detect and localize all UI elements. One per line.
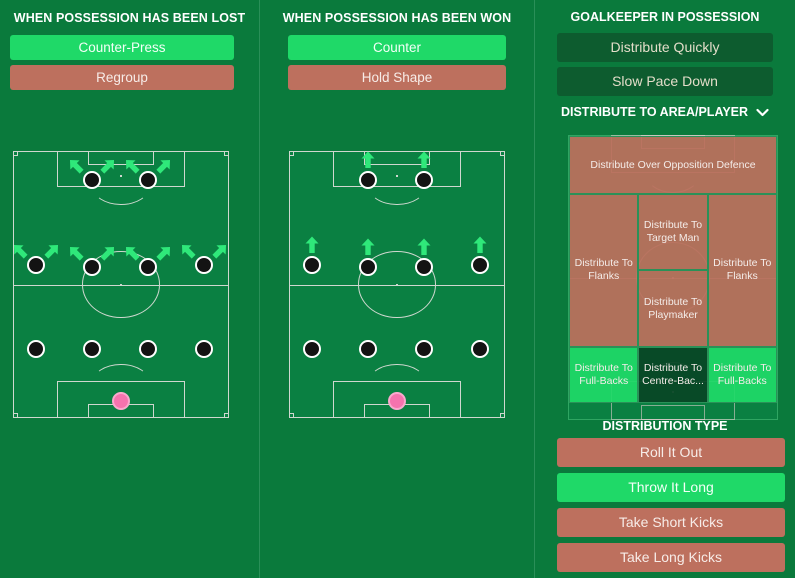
corner-arc-tl bbox=[289, 151, 294, 156]
movement-arrow-up bbox=[358, 237, 378, 257]
counter-button[interactable]: Counter bbox=[288, 35, 506, 60]
distribute-to-area-grid: Distribute Over Opposition Defence Distri… bbox=[568, 135, 778, 421]
area-cell[interactable]: Distribute To Full-Backs bbox=[707, 346, 777, 404]
goalkeeper-panel: GOALKEEPER IN POSSESSION Distribute Quic… bbox=[535, 0, 795, 572]
possession-lost-panel: WHEN POSSESSION HAS BEEN LOST Counter-Pr… bbox=[0, 0, 259, 418]
counter-press-arrow-right bbox=[154, 156, 174, 176]
goalkeeper-dot[interactable] bbox=[388, 392, 406, 411]
counter-press-arrow-right bbox=[98, 156, 118, 176]
counter-press-arrow-right bbox=[154, 243, 174, 263]
area-cell[interactable]: Distribute To Flanks bbox=[569, 194, 639, 347]
area-cell[interactable]: Distribute To Flanks bbox=[707, 194, 777, 347]
tactics-screen: WHEN POSSESSION HAS BEEN LOST Counter-Pr… bbox=[0, 0, 795, 578]
distribute-to-area-label: DISTRIBUTE TO AREA/PLAYER bbox=[560, 105, 749, 119]
player-dot[interactable] bbox=[83, 340, 102, 359]
player-dot[interactable] bbox=[414, 170, 433, 189]
player-dot[interactable] bbox=[359, 258, 378, 277]
counter-press-arrow-left bbox=[10, 241, 30, 261]
player-dot[interactable] bbox=[414, 258, 433, 277]
counter-press-arrow-right bbox=[210, 241, 230, 261]
corner-arc-br bbox=[224, 413, 229, 418]
player-dot[interactable] bbox=[471, 340, 490, 359]
movement-arrow-up bbox=[414, 237, 434, 257]
counter-press-arrow-left bbox=[178, 241, 198, 261]
goalkeeper-dot[interactable] bbox=[112, 392, 130, 411]
area-cell[interactable]: Distribute To Full-Backs bbox=[569, 346, 639, 404]
chevron-down-icon bbox=[756, 108, 769, 116]
possession-won-panel: WHEN POSSESSION HAS BEEN WON Counter Hol… bbox=[260, 0, 534, 418]
player-dot[interactable] bbox=[195, 340, 214, 359]
player-dot[interactable] bbox=[359, 170, 378, 189]
distribution-type-button[interactable]: Roll It Out bbox=[557, 438, 785, 467]
player-dot[interactable] bbox=[414, 340, 433, 359]
player-dot[interactable] bbox=[303, 255, 322, 274]
corner-arc-tr bbox=[500, 151, 505, 156]
slow-pace-down-button[interactable]: Slow Pace Down bbox=[557, 67, 773, 96]
corner-arc-br bbox=[500, 413, 505, 418]
player-dot[interactable] bbox=[303, 340, 322, 359]
goalkeeper-in-possession-title: GOALKEEPER IN POSSESSION bbox=[570, 10, 760, 24]
distribute-to-area-dropdown[interactable]: DISTRIBUTE TO AREA/PLAYER bbox=[535, 102, 795, 122]
distribution-type-title: DISTRIBUTION TYPE bbox=[602, 419, 728, 433]
possession-won-options: Counter Hold Shape bbox=[288, 35, 506, 90]
possession-won-title: WHEN POSSESSION HAS BEEN WON bbox=[282, 11, 512, 25]
distribution-type-options: Roll It Out Throw It Long Take Short Kicks… bbox=[557, 438, 785, 578]
corner-arc-tr bbox=[224, 151, 229, 156]
movement-arrow-up bbox=[302, 235, 322, 255]
player-dot[interactable] bbox=[27, 340, 46, 359]
distribution-type-button[interactable]: Take Long Kicks bbox=[557, 543, 785, 572]
counter-press-arrow-left bbox=[66, 243, 86, 263]
area-cell[interactable]: Distribute To Target Man bbox=[638, 194, 708, 271]
counter-press-arrow-left bbox=[122, 243, 142, 263]
counter-press-arrow-left bbox=[122, 156, 142, 176]
player-dot[interactable] bbox=[138, 340, 157, 359]
area-cell[interactable]: Distribute Over Opposition Defence bbox=[569, 136, 777, 194]
player-dot[interactable] bbox=[359, 340, 378, 359]
player-dot[interactable] bbox=[471, 255, 490, 274]
centre-spot bbox=[120, 283, 122, 286]
counter-press-button[interactable]: Counter-Press bbox=[10, 35, 234, 60]
movement-arrow-up bbox=[414, 150, 434, 170]
counter-press-arrow-left bbox=[66, 156, 86, 176]
counter-press-arrow-right bbox=[42, 241, 62, 261]
counter-pitch[interactable] bbox=[289, 151, 505, 418]
movement-arrow-up bbox=[470, 235, 490, 255]
counter-press-arrow-right bbox=[98, 243, 118, 263]
centre-spot bbox=[396, 283, 398, 286]
possession-lost-title: WHEN POSSESSION HAS BEEN LOST bbox=[13, 11, 246, 25]
corner-arc-bl bbox=[13, 413, 18, 418]
area-cell[interactable]: Distribute To Centre-Bac... bbox=[638, 346, 708, 404]
possession-lost-options: Counter-Press Regroup bbox=[10, 35, 234, 90]
regroup-button[interactable]: Regroup bbox=[10, 65, 234, 90]
counter-press-pitch[interactable] bbox=[13, 151, 229, 418]
distribution-type-button[interactable]: Throw It Long bbox=[557, 473, 785, 502]
distribution-type-button[interactable]: Take Short Kicks bbox=[557, 508, 785, 537]
goalkeeper-options: Distribute Quickly Slow Pace Down bbox=[557, 33, 773, 96]
corner-arc-bl bbox=[289, 413, 294, 418]
hold-shape-button[interactable]: Hold Shape bbox=[288, 65, 506, 90]
distribute-quickly-button[interactable]: Distribute Quickly bbox=[557, 33, 773, 62]
movement-arrow-up bbox=[358, 150, 378, 170]
corner-arc-tl bbox=[13, 151, 18, 156]
area-cell[interactable]: Distribute To Playmaker bbox=[638, 270, 708, 347]
